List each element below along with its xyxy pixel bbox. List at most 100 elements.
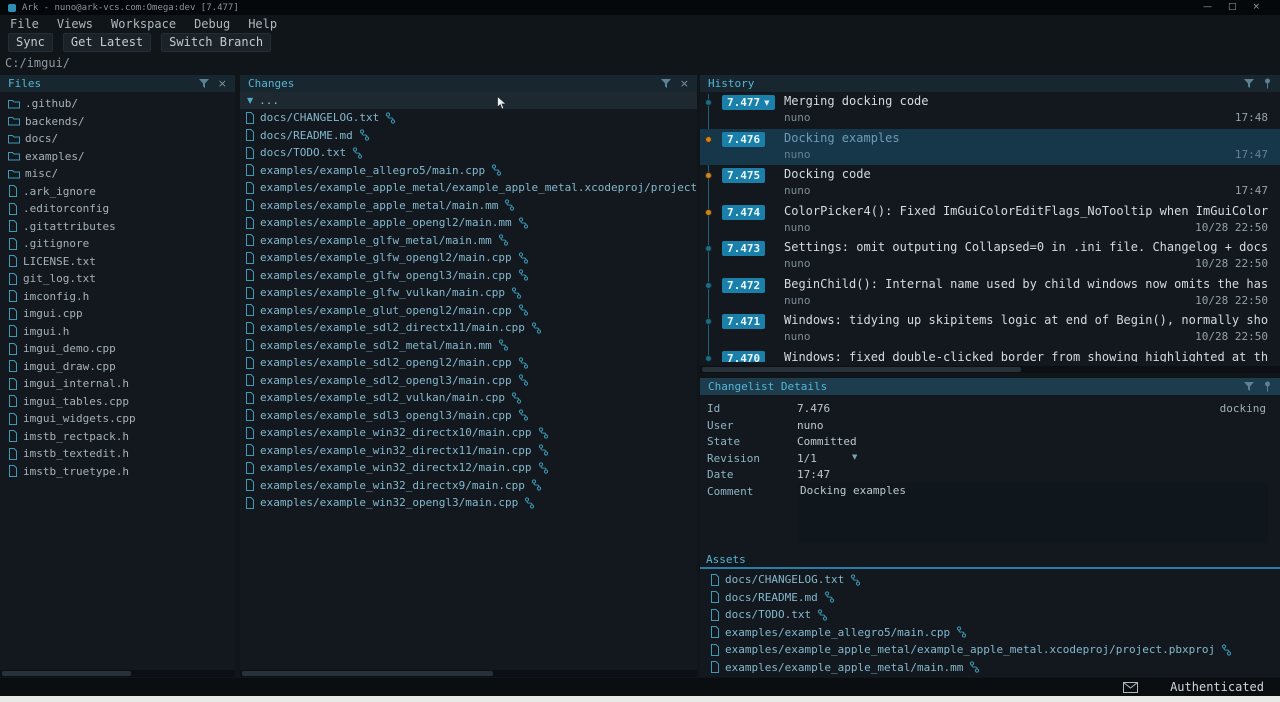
asset-item[interactable]: examples/example_allegro5/main.cpp bbox=[700, 624, 1280, 642]
file-tree-item[interactable]: imgui_draw.cpp bbox=[0, 358, 235, 376]
commit-row[interactable]: 7.474 ▼ ColorPicker4(): Fixed ImGuiColor… bbox=[700, 202, 1280, 239]
file-tree-item[interactable]: .editorconfig bbox=[0, 200, 235, 218]
changelist-badge[interactable]: 7.476 ▼ bbox=[722, 132, 765, 147]
changed-file-item[interactable]: examples/example_win32_directx10/main.cp… bbox=[240, 424, 697, 442]
toolbar-button[interactable]: Switch Branch bbox=[161, 33, 271, 52]
file-tree-item[interactable]: imgui_tables.cpp bbox=[0, 393, 235, 411]
file-tree-item[interactable]: imgui.cpp bbox=[0, 305, 235, 323]
changed-file-item[interactable]: docs/CHANGELOG.txt bbox=[240, 109, 697, 127]
filter-icon[interactable] bbox=[661, 79, 671, 89]
changelist-badge[interactable]: 7.471 ▼ bbox=[722, 314, 765, 329]
changed-file-item[interactable]: examples/example_glfw_opengl2/main.cpp bbox=[240, 249, 697, 267]
chevron-down-icon[interactable]: ▼ bbox=[247, 96, 253, 105]
revision-dropdown-icon[interactable]: ▼ bbox=[852, 453, 857, 461]
changed-file-item[interactable]: examples/example_apple_metal/example_app… bbox=[240, 179, 697, 197]
filter-icon[interactable] bbox=[1244, 382, 1254, 392]
commit-row[interactable]: 7.472 ▼ BeginChild(): Internal name used… bbox=[700, 275, 1280, 312]
mail-icon[interactable] bbox=[1123, 682, 1138, 693]
asset-item[interactable]: examples/example_apple_metal/main.mm bbox=[700, 659, 1280, 677]
changed-file-item[interactable]: examples/example_win32_directx11/main.cp… bbox=[240, 442, 697, 460]
file-tree-item[interactable]: .gitignore bbox=[0, 235, 235, 253]
changed-file-item[interactable]: examples/example_glfw_metal/main.mm bbox=[240, 232, 697, 250]
changed-file-item[interactable]: examples/example_allegro5/main.cpp bbox=[240, 162, 697, 180]
asset-item[interactable]: docs/CHANGELOG.txt bbox=[700, 571, 1280, 589]
commit-row[interactable]: 7.477 ▼ Merging docking code nuno 17:48 bbox=[700, 92, 1280, 129]
pin-icon[interactable] bbox=[1263, 78, 1272, 89]
file-tree-item[interactable]: misc/ bbox=[0, 165, 235, 183]
changed-file-item[interactable]: examples/example_sdl2_vulkan/main.cpp bbox=[240, 389, 697, 407]
changed-file-item[interactable]: examples/example_sdl3_opengl3/main.cpp bbox=[240, 407, 697, 425]
file-tree-item[interactable]: imgui_internal.h bbox=[0, 375, 235, 393]
scrollbar-thumb[interactable] bbox=[702, 367, 1021, 372]
file-name: imgui.cpp bbox=[23, 307, 83, 320]
menu-item[interactable]: Debug bbox=[194, 17, 230, 31]
commit-row[interactable]: 7.476 ▼ Docking examples nuno 17:47 bbox=[700, 129, 1280, 166]
file-tree-item[interactable]: docs/ bbox=[0, 130, 235, 148]
menu-item[interactable]: Help bbox=[248, 17, 277, 31]
file-tree-item[interactable]: examples/ bbox=[0, 148, 235, 166]
changed-file-item[interactable]: examples/example_win32_opengl3/main.cpp bbox=[240, 494, 697, 512]
changelist-badge[interactable]: 7.472 ▼ bbox=[722, 278, 765, 293]
changed-file-item[interactable]: examples/example_glut_opengl2/main.cpp bbox=[240, 302, 697, 320]
file-tree-item[interactable]: .ark_ignore bbox=[0, 183, 235, 201]
asset-item[interactable]: examples/example_apple_metal/example_app… bbox=[700, 641, 1280, 659]
file-tree-item[interactable]: .gitattributes bbox=[0, 218, 235, 236]
file-tree-item[interactable]: imgui.h bbox=[0, 323, 235, 341]
file-tree-item[interactable]: imgui_widgets.cpp bbox=[0, 410, 235, 428]
changed-file-item[interactable]: examples/example_win32_directx12/main.cp… bbox=[240, 459, 697, 477]
file-tree-item[interactable]: imconfig.h bbox=[0, 288, 235, 306]
changelist-badge[interactable]: 7.470 ▼ bbox=[722, 351, 765, 363]
changes-root-node[interactable]: ▼ ... bbox=[240, 92, 697, 109]
filter-icon[interactable] bbox=[1244, 79, 1254, 89]
file-tree-item[interactable]: imgui_demo.cpp bbox=[0, 340, 235, 358]
asset-item[interactable]: docs/README.md bbox=[700, 589, 1280, 607]
file-tree-item[interactable]: imstb_truetype.h bbox=[0, 463, 235, 481]
menu-item[interactable]: Workspace bbox=[111, 17, 176, 31]
scrollbar-thumb[interactable] bbox=[2, 671, 131, 676]
toolbar-button[interactable]: Get Latest bbox=[63, 33, 151, 52]
file-name: imstb_rectpack.h bbox=[23, 430, 129, 443]
file-tree-item[interactable]: LICENSE.txt bbox=[0, 253, 235, 271]
comment-box[interactable]: Docking examples bbox=[797, 483, 1268, 543]
close-icon[interactable]: × bbox=[680, 78, 689, 89]
changelist-badge[interactable]: 7.477 ▼ bbox=[722, 95, 775, 110]
files-horizontal-scrollbar[interactable] bbox=[0, 670, 235, 677]
commit-row[interactable]: 7.473 ▼ Settings: omit outputing Collaps… bbox=[700, 238, 1280, 275]
changes-horizontal-scrollbar[interactable] bbox=[240, 670, 697, 677]
changed-file-item[interactable]: examples/example_sdl2_directx11/main.cpp bbox=[240, 319, 697, 337]
changed-file-item[interactable]: examples/example_sdl2_opengl2/main.cpp bbox=[240, 354, 697, 372]
changed-file-item[interactable]: examples/example_sdl2_opengl3/main.cpp bbox=[240, 372, 697, 390]
changelist-badge[interactable]: 7.473 ▼ bbox=[722, 241, 765, 256]
file-icon bbox=[245, 164, 255, 176]
changed-file-item[interactable]: examples/example_sdl2_metal/main.mm bbox=[240, 337, 697, 355]
commit-row[interactable]: 7.475 ▼ Docking code nuno 17:47 bbox=[700, 165, 1280, 202]
menu-item[interactable]: Views bbox=[57, 17, 93, 31]
changed-file-item[interactable]: docs/TODO.txt bbox=[240, 144, 697, 162]
file-tree-item[interactable]: imstb_textedit.h bbox=[0, 445, 235, 463]
close-icon[interactable]: × bbox=[218, 78, 227, 89]
scrollbar-thumb[interactable] bbox=[242, 671, 493, 676]
changed-file-item[interactable]: examples/example_win32_directx9/main.cpp bbox=[240, 477, 697, 495]
commit-row[interactable]: 7.470 ▼ Windows: fixed double-clicked bo… bbox=[700, 348, 1280, 363]
changelist-badge[interactable]: 7.475 ▼ bbox=[722, 168, 765, 183]
changed-file-item[interactable]: examples/example_apple_metal/main.mm bbox=[240, 197, 697, 215]
changelist-badge[interactable]: 7.474 ▼ bbox=[722, 205, 765, 220]
changed-file-item[interactable]: docs/README.md bbox=[240, 127, 697, 145]
commit-row[interactable]: 7.471 ▼ Windows: tidying up skipitems lo… bbox=[700, 311, 1280, 348]
menu-item[interactable]: File bbox=[10, 17, 39, 31]
maximize-icon[interactable]: □ bbox=[1228, 0, 1237, 15]
filter-icon[interactable] bbox=[199, 79, 209, 89]
close-window-icon[interactable]: × bbox=[1252, 0, 1260, 15]
file-tree-item[interactable]: backends/ bbox=[0, 113, 235, 131]
changed-file-item[interactable]: examples/example_apple_opengl2/main.mm bbox=[240, 214, 697, 232]
toolbar-button[interactable]: Sync bbox=[8, 33, 53, 52]
changed-file-item[interactable]: examples/example_glfw_opengl3/main.cpp bbox=[240, 267, 697, 285]
file-tree-item[interactable]: imstb_rectpack.h bbox=[0, 428, 235, 446]
minimize-icon[interactable]: — bbox=[1203, 0, 1212, 15]
file-tree-item[interactable]: .github/ bbox=[0, 95, 235, 113]
pin-icon[interactable] bbox=[1263, 381, 1272, 392]
file-tree-item[interactable]: git_log.txt bbox=[0, 270, 235, 288]
history-horizontal-scrollbar[interactable] bbox=[700, 366, 1280, 373]
changed-file-item[interactable]: examples/example_glfw_vulkan/main.cpp bbox=[240, 284, 697, 302]
asset-item[interactable]: docs/TODO.txt bbox=[700, 606, 1280, 624]
